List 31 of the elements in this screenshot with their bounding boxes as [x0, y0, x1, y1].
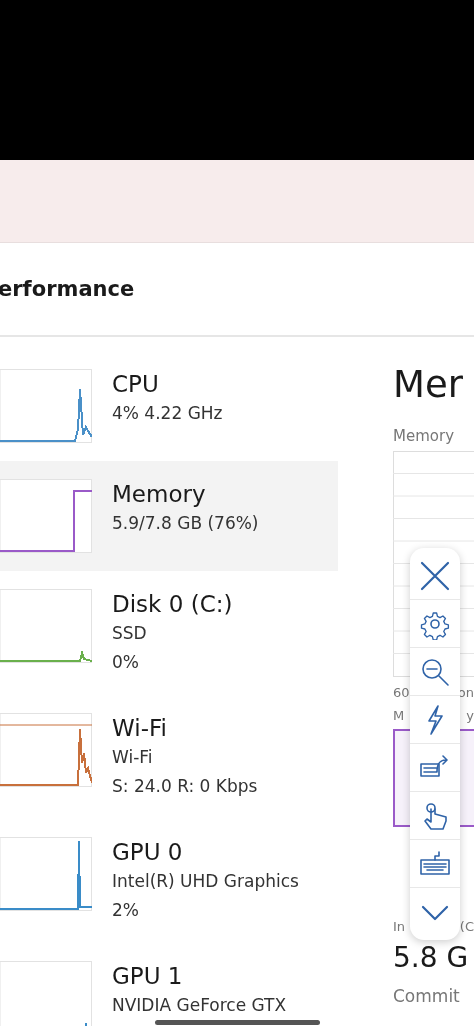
stat-label: (C: [459, 919, 474, 934]
resource-name: Memory: [112, 480, 207, 509]
stat-label: Commit: [393, 986, 461, 1006]
resource-item[interactable]: Wi-Fi Wi-Fi S: 24.0 R: 0 Kbps: [0, 695, 338, 819]
resource-detail: Wi-Fi: [112, 746, 154, 769]
resource-detail: S: 24.0 R: 0 Kbps: [112, 775, 258, 798]
detail-title: Mer: [393, 362, 464, 408]
resource-detail: 0%: [112, 651, 140, 674]
close-icon: [419, 559, 451, 592]
section-label: y: [466, 708, 474, 723]
resource-name: CPU: [112, 370, 160, 399]
resource-item[interactable]: Memory 5.9/7.8 GB (76%): [0, 461, 338, 571]
section-label: M: [393, 708, 405, 723]
resource-name: GPU 1: [112, 962, 184, 991]
resource-detail: 4% 4.22 GHz: [112, 402, 223, 425]
resource-item[interactable]: CPU 4% 4.22 GHz: [0, 351, 338, 461]
resource-name: GPU 0: [112, 838, 184, 867]
resource-item[interactable]: Disk 0 (C:) SSD 0%: [0, 571, 338, 695]
resource-detail: NVIDIA GeForce GTX: [112, 994, 287, 1017]
resource-detail: Intel(R) UHD Graphics: [112, 870, 299, 893]
stat-label: In: [393, 919, 406, 934]
resource-detail: 5.9/7.8 GB (76%): [112, 512, 259, 535]
resource-detail: SSD: [112, 622, 148, 645]
axis-label: 60: [393, 685, 410, 700]
graph-label: Memory: [393, 427, 455, 445]
resource-item[interactable]: GPU 0 Intel(R) UHD Graphics 2%: [0, 819, 338, 943]
resource-name: Wi-Fi: [112, 714, 168, 743]
resource-item[interactable]: GPU 1 NVIDIA GeForce GTX: [0, 943, 338, 1026]
resource-name: Disk 0 (C:): [112, 590, 233, 619]
stat-value: 5.8 G: [393, 940, 470, 976]
resource-detail: 2%: [112, 899, 140, 922]
